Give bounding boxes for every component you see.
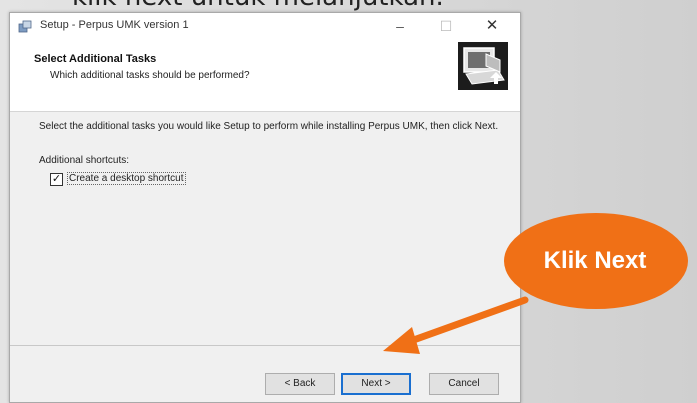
- pointer-arrow-shaft: [404, 296, 529, 346]
- callout-label: Klik Next: [543, 247, 647, 274]
- annotation-layer: [383, 213, 688, 354]
- pointer-arrow-head: [383, 327, 420, 354]
